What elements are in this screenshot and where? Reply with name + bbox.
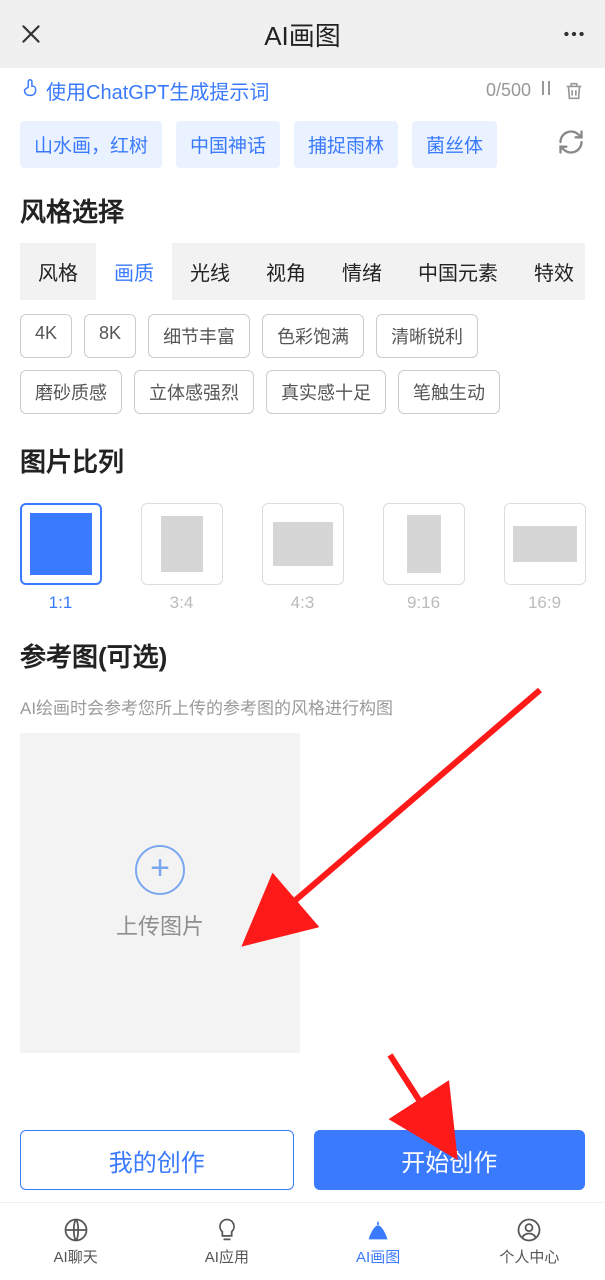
style-tab[interactable]: 特效 xyxy=(516,243,592,300)
quality-option[interactable]: 笔触生动 xyxy=(398,370,500,414)
prompt-hint-row[interactable]: 使用ChatGPT生成提示词 0/500 xyxy=(20,76,585,105)
close-icon[interactable] xyxy=(18,21,44,47)
style-tab[interactable]: 风格 xyxy=(20,243,96,300)
quality-option[interactable]: 立体感强烈 xyxy=(134,370,254,414)
quality-option[interactable]: 4K xyxy=(20,314,72,358)
quality-option[interactable]: 清晰锐利 xyxy=(376,314,478,358)
bottom-nav: AI聊天 AI应用 AI画图 个人中心 xyxy=(0,1202,605,1280)
quality-option[interactable]: 磨砂质感 xyxy=(20,370,122,414)
ratio-label: 1:1 xyxy=(49,593,73,613)
ratio-option[interactable]: 16:9 xyxy=(492,503,597,613)
trash-icon[interactable] xyxy=(563,80,585,102)
quality-option[interactable]: 细节丰富 xyxy=(148,314,250,358)
style-tab[interactable]: 画质 xyxy=(96,243,172,300)
nav-chat[interactable]: AI聊天 xyxy=(0,1203,151,1280)
ratio-label: 3:4 xyxy=(170,593,194,613)
refresh-icon[interactable] xyxy=(557,128,585,161)
ratio-option[interactable]: 3:4 xyxy=(129,503,234,613)
pointer-icon xyxy=(20,77,42,105)
ratio-option[interactable]: 1:1 xyxy=(8,503,113,613)
page-title: AI画图 xyxy=(44,16,561,53)
aspect-ratios: 1:1 3:4 4:3 9:16 16:9 xyxy=(8,503,597,613)
style-tab[interactable]: 情绪 xyxy=(324,243,400,300)
quality-option[interactable]: 色彩饱满 xyxy=(262,314,364,358)
prompt-hint-text: 使用ChatGPT生成提示词 xyxy=(46,76,486,105)
char-counter: 0/500 xyxy=(486,80,531,101)
quality-option[interactable]: 8K xyxy=(84,314,136,358)
suggestion-chip[interactable]: 中国神话 xyxy=(176,121,280,168)
suggestion-chip[interactable]: 山水画，红树 xyxy=(20,121,162,168)
nav-label: AI应用 xyxy=(205,1246,249,1267)
nav-label: AI聊天 xyxy=(54,1246,98,1267)
suggestion-chip[interactable]: 捕捉雨林 xyxy=(294,121,398,168)
ratio-option[interactable]: 4:3 xyxy=(250,503,355,613)
suggestion-chip[interactable]: 菌丝体 xyxy=(412,121,497,168)
upload-label: 上传图片 xyxy=(116,909,204,941)
nav-profile[interactable]: 个人中心 xyxy=(454,1203,605,1280)
nav-apps[interactable]: AI应用 xyxy=(151,1203,302,1280)
ratio-option[interactable]: 9:16 xyxy=(371,503,476,613)
nav-label: 个人中心 xyxy=(499,1246,559,1267)
action-buttons: 我的创作 开始创作 xyxy=(20,1130,585,1190)
quality-option[interactable]: 真实感十足 xyxy=(266,370,386,414)
ratio-heading: 图片比列 xyxy=(20,442,585,479)
nav-label: AI画图 xyxy=(356,1246,400,1267)
more-icon[interactable] xyxy=(561,21,587,47)
ratio-label: 9:16 xyxy=(407,593,440,613)
style-heading: 风格选择 xyxy=(20,192,585,229)
quality-options: 4K 8K 细节丰富色彩饱满清晰锐利磨砂质感立体感强烈真实感十足笔触生动 xyxy=(20,314,585,414)
upload-box[interactable]: + 上传图片 xyxy=(20,733,300,1053)
ratio-label: 4:3 xyxy=(291,593,315,613)
style-tabs: 风格画质光线视角情绪中国元素特效 xyxy=(20,243,585,300)
style-tab[interactable]: 视角 xyxy=(248,243,324,300)
plus-icon: + xyxy=(135,845,185,895)
suggestion-chips: 山水画，红树中国神话捕捉雨林菌丝体 xyxy=(20,121,585,168)
start-create-button[interactable]: 开始创作 xyxy=(314,1130,586,1190)
style-tab[interactable]: 中国元素 xyxy=(400,243,516,300)
my-creations-button[interactable]: 我的创作 xyxy=(20,1130,294,1190)
style-tab[interactable]: 光线 xyxy=(172,243,248,300)
header: AI画图 xyxy=(0,0,605,68)
reference-heading: 参考图(可选) xyxy=(20,637,585,674)
nav-draw[interactable]: AI画图 xyxy=(303,1203,454,1280)
ratio-label: 16:9 xyxy=(528,593,561,613)
reference-subtext: AI绘画时会参考您所上传的参考图的风格进行构图 xyxy=(20,694,585,719)
pause-icon xyxy=(539,79,553,103)
